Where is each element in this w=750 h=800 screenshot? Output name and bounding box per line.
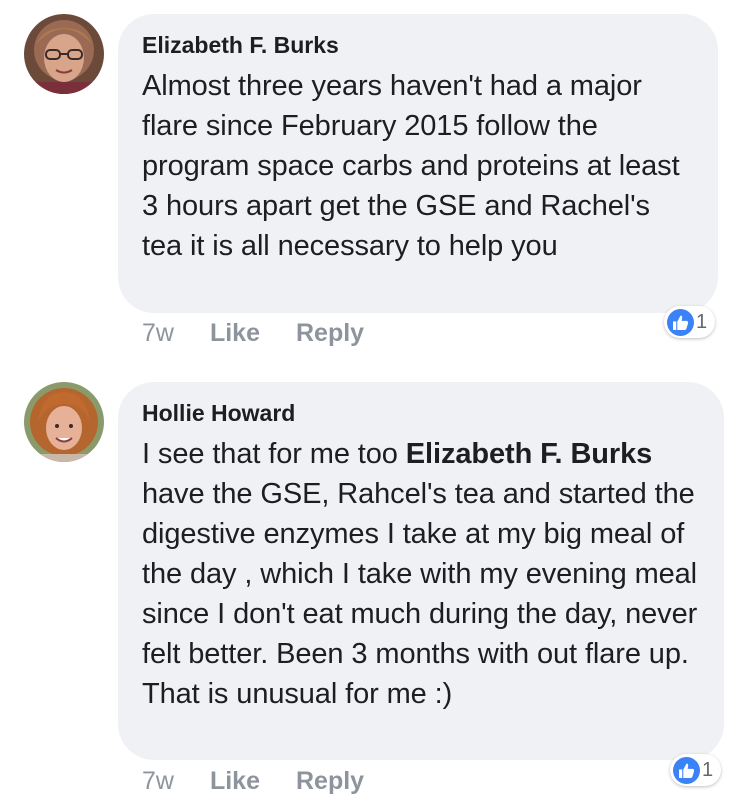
comment-bubble: Elizabeth F. Burks Almost three years ha… (118, 14, 718, 313)
comment-bubble: Hollie Howard I see that for me too Eliz… (118, 382, 724, 760)
reply-button[interactable]: Reply (296, 319, 364, 348)
like-button[interactable]: Like (210, 319, 260, 348)
avatar[interactable] (24, 14, 104, 94)
mention-link[interactable]: Elizabeth F. Burks (406, 438, 652, 470)
comment-text: Almost three years haven't had a major f… (142, 70, 680, 262)
comment-author[interactable]: Elizabeth F. Burks (142, 30, 694, 60)
reply-button[interactable]: Reply (296, 767, 364, 796)
reaction-summary[interactable]: 1 (664, 306, 716, 338)
like-button[interactable]: Like (210, 767, 260, 796)
avatar-image-elizabeth (24, 14, 104, 94)
comment-text-before: I see that for me too (142, 438, 406, 470)
avatar-image-hollie (24, 382, 104, 462)
reaction-count: 1 (702, 758, 714, 781)
comment-actions: 7w Like Reply (142, 767, 364, 796)
comment-text: I see that for me too Elizabeth F. Burks… (142, 434, 700, 714)
comment-time[interactable]: 7w (142, 319, 174, 348)
comment-text-after: have the GSE, Rahcel's tea and started t… (142, 478, 698, 710)
reaction-summary[interactable]: 1 (670, 754, 722, 786)
comment-time[interactable]: 7w (142, 767, 174, 796)
comment-actions: 7w Like Reply (142, 319, 364, 348)
reaction-count: 1 (696, 310, 708, 333)
comment-author[interactable]: Hollie Howard (142, 398, 700, 428)
thumbs-up-icon (667, 308, 694, 336)
avatar[interactable] (24, 382, 104, 462)
thumbs-up-icon (673, 756, 700, 784)
